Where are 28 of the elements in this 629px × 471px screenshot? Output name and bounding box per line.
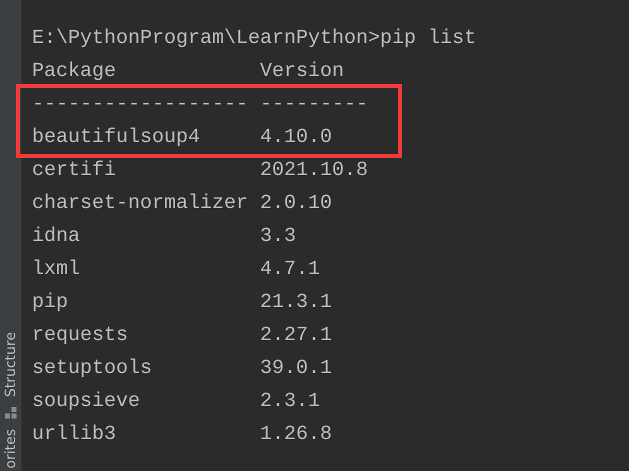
package-version: 2021.10.8 bbox=[260, 158, 368, 184]
grid-icon bbox=[4, 407, 16, 420]
package-name: certifi bbox=[32, 158, 118, 184]
tool-window-tab[interactable]: orites bbox=[2, 429, 18, 469]
package-version: 2.3.1 bbox=[260, 389, 320, 415]
package-version: 4.7.1 bbox=[260, 257, 320, 283]
package-version: 4.10.0 bbox=[260, 125, 332, 151]
tool-window-tab[interactable]: Structure bbox=[2, 332, 18, 398]
package-name: lxml bbox=[32, 257, 82, 283]
package-name: pip bbox=[32, 290, 70, 316]
package-version: 1.26.8 bbox=[260, 422, 332, 448]
package-version: 21.3.1 bbox=[260, 290, 332, 316]
package-name: charset-normalizer bbox=[32, 191, 250, 217]
package-name: setuptools bbox=[32, 356, 154, 382]
package-version: 3.3 bbox=[260, 224, 296, 250]
package-name: requests bbox=[32, 323, 130, 349]
package-version: 39.0.1 bbox=[260, 356, 332, 382]
package-name: soupsieve bbox=[32, 389, 142, 415]
package-name: idna bbox=[32, 224, 82, 250]
package-name: beautifulsoup4 bbox=[32, 125, 202, 151]
package-name: urllib3 bbox=[32, 422, 118, 448]
package-version: --------- bbox=[260, 92, 368, 118]
command-line: E:\PythonProgram\LearnPython>pip list bbox=[31, 26, 478, 52]
package-name: Package bbox=[32, 59, 118, 85]
package-name: ------------------ bbox=[32, 92, 250, 118]
package-version: 2.0.10 bbox=[260, 191, 332, 217]
package-version: Version bbox=[260, 59, 344, 85]
package-version: 2.27.1 bbox=[260, 323, 332, 349]
